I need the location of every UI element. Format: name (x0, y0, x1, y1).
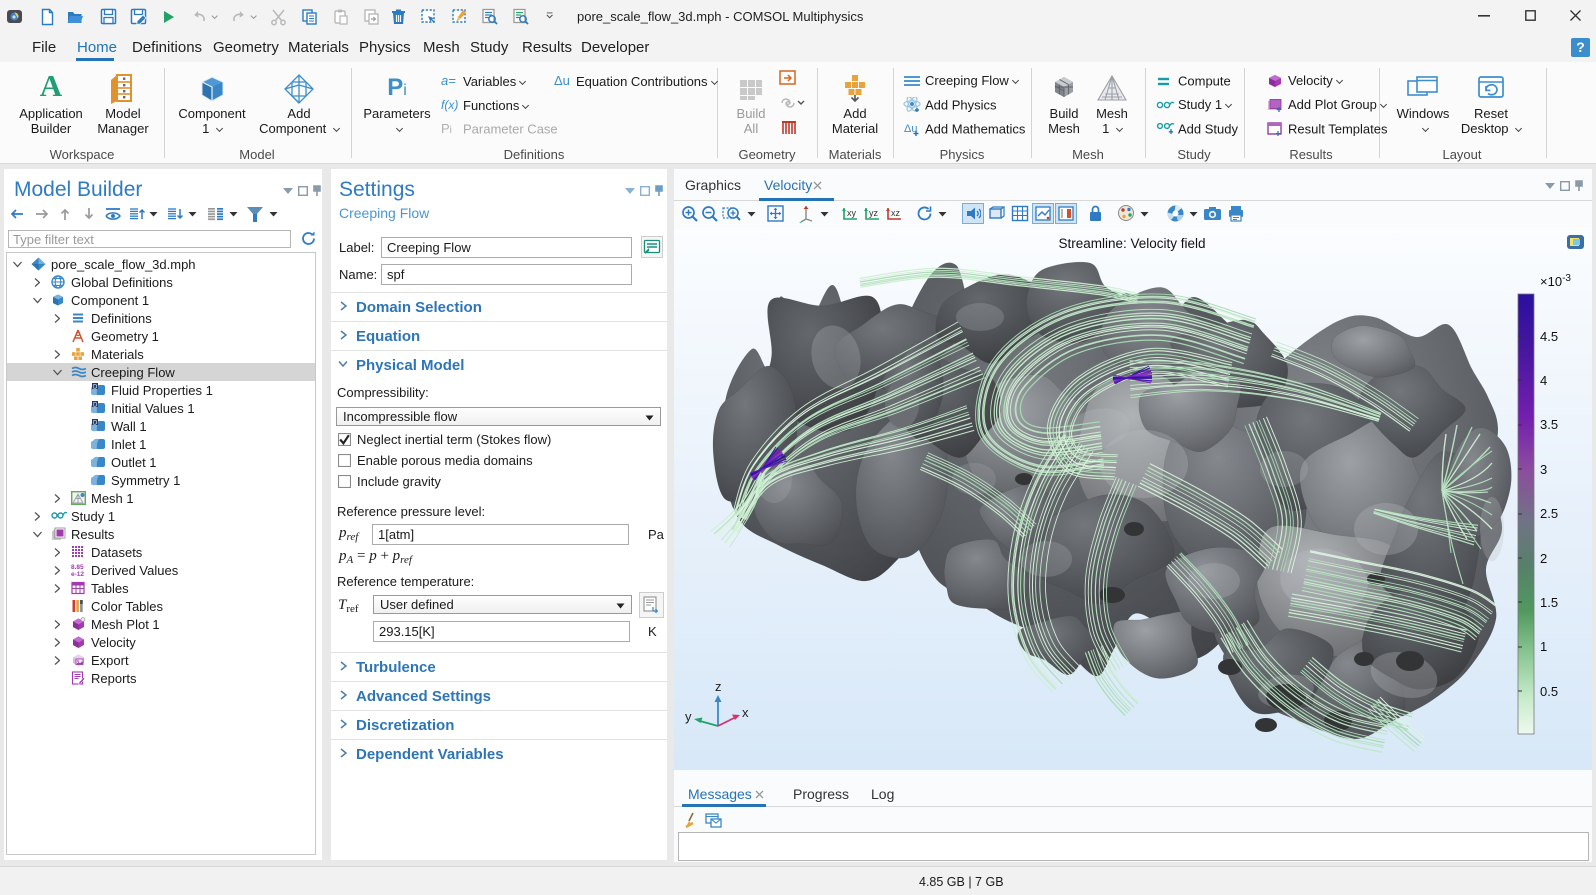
svg-text:3: 3 (1540, 462, 1547, 477)
svg-text:z: z (715, 679, 722, 694)
svg-text:4.5: 4.5 (1540, 329, 1558, 344)
svg-text:8.85: 8.85 (71, 564, 84, 571)
svg-text:3.5: 3.5 (1540, 417, 1558, 432)
svg-text:yz: yz (869, 208, 879, 218)
svg-text:1: 1 (1540, 639, 1547, 654)
svg-text:D: D (93, 421, 98, 427)
svg-text:D: D (93, 403, 98, 409)
svg-text:2: 2 (1540, 551, 1547, 566)
svg-text:Streamline: Velocity field: Streamline: Velocity field (1058, 236, 1205, 251)
svg-text:D: D (93, 385, 98, 391)
svg-text:2.5: 2.5 (1540, 506, 1558, 521)
svg-text:1.5: 1.5 (1540, 595, 1558, 610)
svg-text:y: y (685, 709, 692, 724)
svg-text:x: x (742, 705, 749, 720)
svg-text:4: 4 (1540, 373, 1547, 388)
svg-text:xy: xy (847, 208, 857, 218)
svg-text:xz: xz (891, 208, 901, 218)
svg-text:0.5: 0.5 (1540, 684, 1558, 699)
svg-text:e-12: e-12 (71, 571, 84, 577)
